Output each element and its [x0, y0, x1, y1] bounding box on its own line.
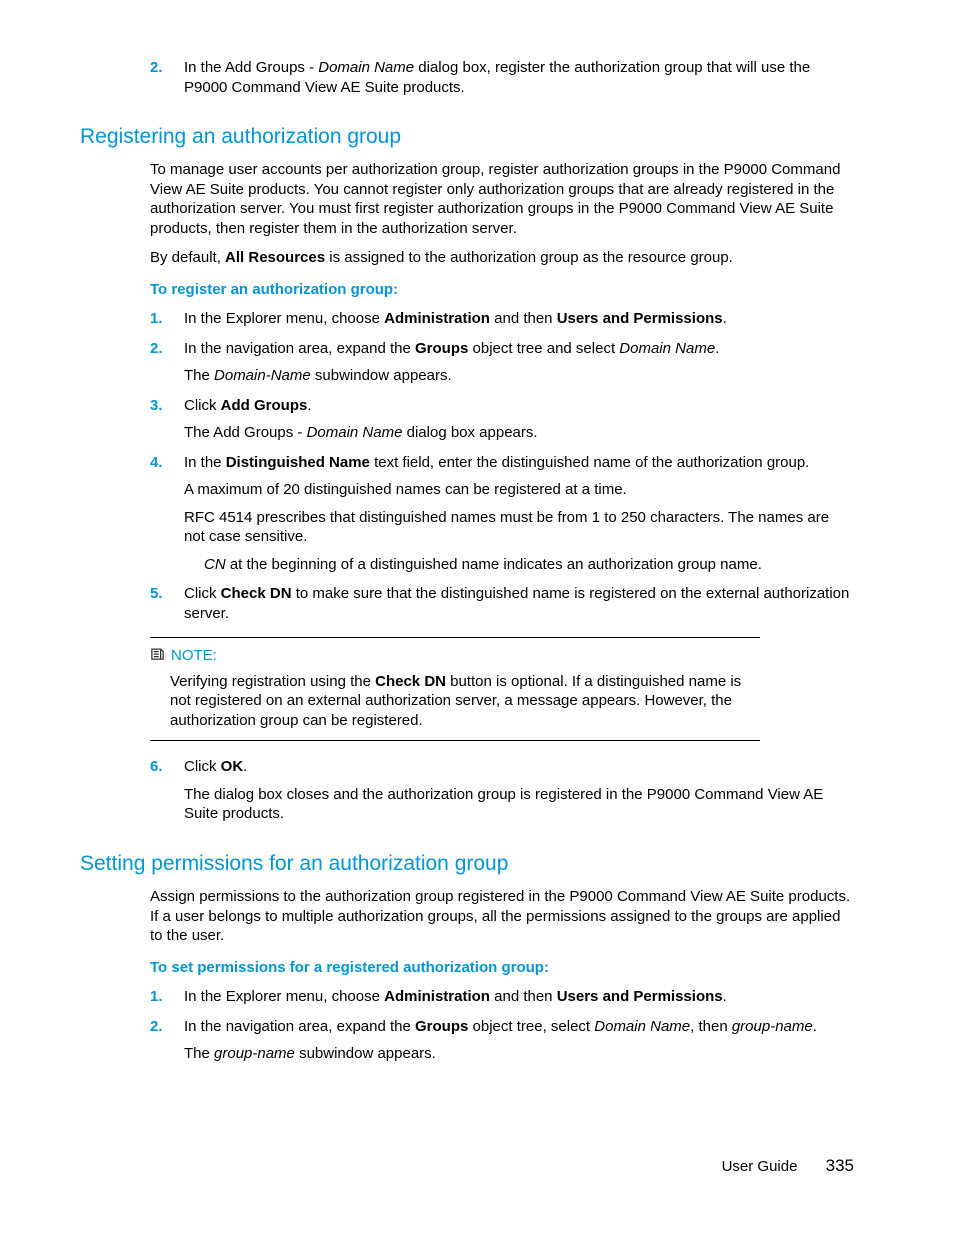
section2-body: Assign permissions to the authorization … — [150, 887, 854, 1064]
section1-para2: By default, All Resources is assigned to… — [150, 248, 854, 268]
subhead-set-permissions: To set permissions for a registered auth… — [150, 958, 854, 978]
heading-registering: Registering an authorization group — [80, 123, 854, 150]
steps-list-1: In the Explorer menu, choose Administrat… — [150, 309, 854, 623]
s2-step-2-sub: The group-name subwindow appears. — [184, 1044, 854, 1064]
step-6-sub: The dialog box closes and the authorizat… — [184, 785, 854, 824]
step-text: In the Add Groups - Domain Name dialog b… — [184, 59, 810, 96]
step-4-sub1: A maximum of 20 distinguished names can … — [184, 480, 854, 500]
step-4-sub2: RFC 4514 prescribes that distinguished n… — [184, 508, 854, 547]
section1-para1: To manage user accounts per authorizatio… — [150, 160, 854, 238]
subhead-register: To register an authorization group: — [150, 280, 854, 300]
section1-body: To manage user accounts per authorizatio… — [150, 160, 854, 824]
steps-list-1b: Click OK. The dialog box closes and the … — [150, 757, 854, 824]
step-2: In the navigation area, expand the Group… — [150, 339, 854, 386]
step-5: Click Check DN to make sure that the dis… — [150, 584, 854, 623]
note-label: NOTE: — [171, 646, 217, 666]
footer-label: User Guide — [722, 1158, 798, 1175]
step-3-sub: The Add Groups - Domain Name dialog box … — [184, 423, 854, 443]
note-icon — [150, 646, 165, 665]
steps-list-2: In the Explorer menu, choose Administrat… — [150, 987, 854, 1064]
section2-para1: Assign permissions to the authorization … — [150, 887, 854, 946]
step-2-intro: In the Add Groups - Domain Name dialog b… — [150, 58, 854, 97]
note-block: NOTE: Verifying registration using the C… — [150, 637, 760, 741]
page-footer: User Guide 335 — [722, 1155, 854, 1177]
step-3: Click Add Groups. The Add Groups - Domai… — [150, 396, 854, 443]
s2-step-2: In the navigation area, expand the Group… — [150, 1017, 854, 1064]
heading-setting-permissions: Setting permissions for an authorization… — [80, 850, 854, 877]
note-heading: NOTE: — [150, 646, 760, 666]
page-number: 335 — [826, 1156, 854, 1175]
continuation-block: In the Add Groups - Domain Name dialog b… — [150, 58, 854, 97]
s2-step-1: In the Explorer menu, choose Administrat… — [150, 987, 854, 1007]
step-4-sub3: CN at the beginning of a distinguished n… — [184, 555, 854, 575]
step-1: In the Explorer menu, choose Administrat… — [150, 309, 854, 329]
step-6: Click OK. The dialog box closes and the … — [150, 757, 854, 824]
step-4: In the Distinguished Name text field, en… — [150, 453, 854, 575]
note-body: Verifying registration using the Check D… — [150, 672, 760, 731]
step-2-sub: The Domain-Name subwindow appears. — [184, 366, 854, 386]
